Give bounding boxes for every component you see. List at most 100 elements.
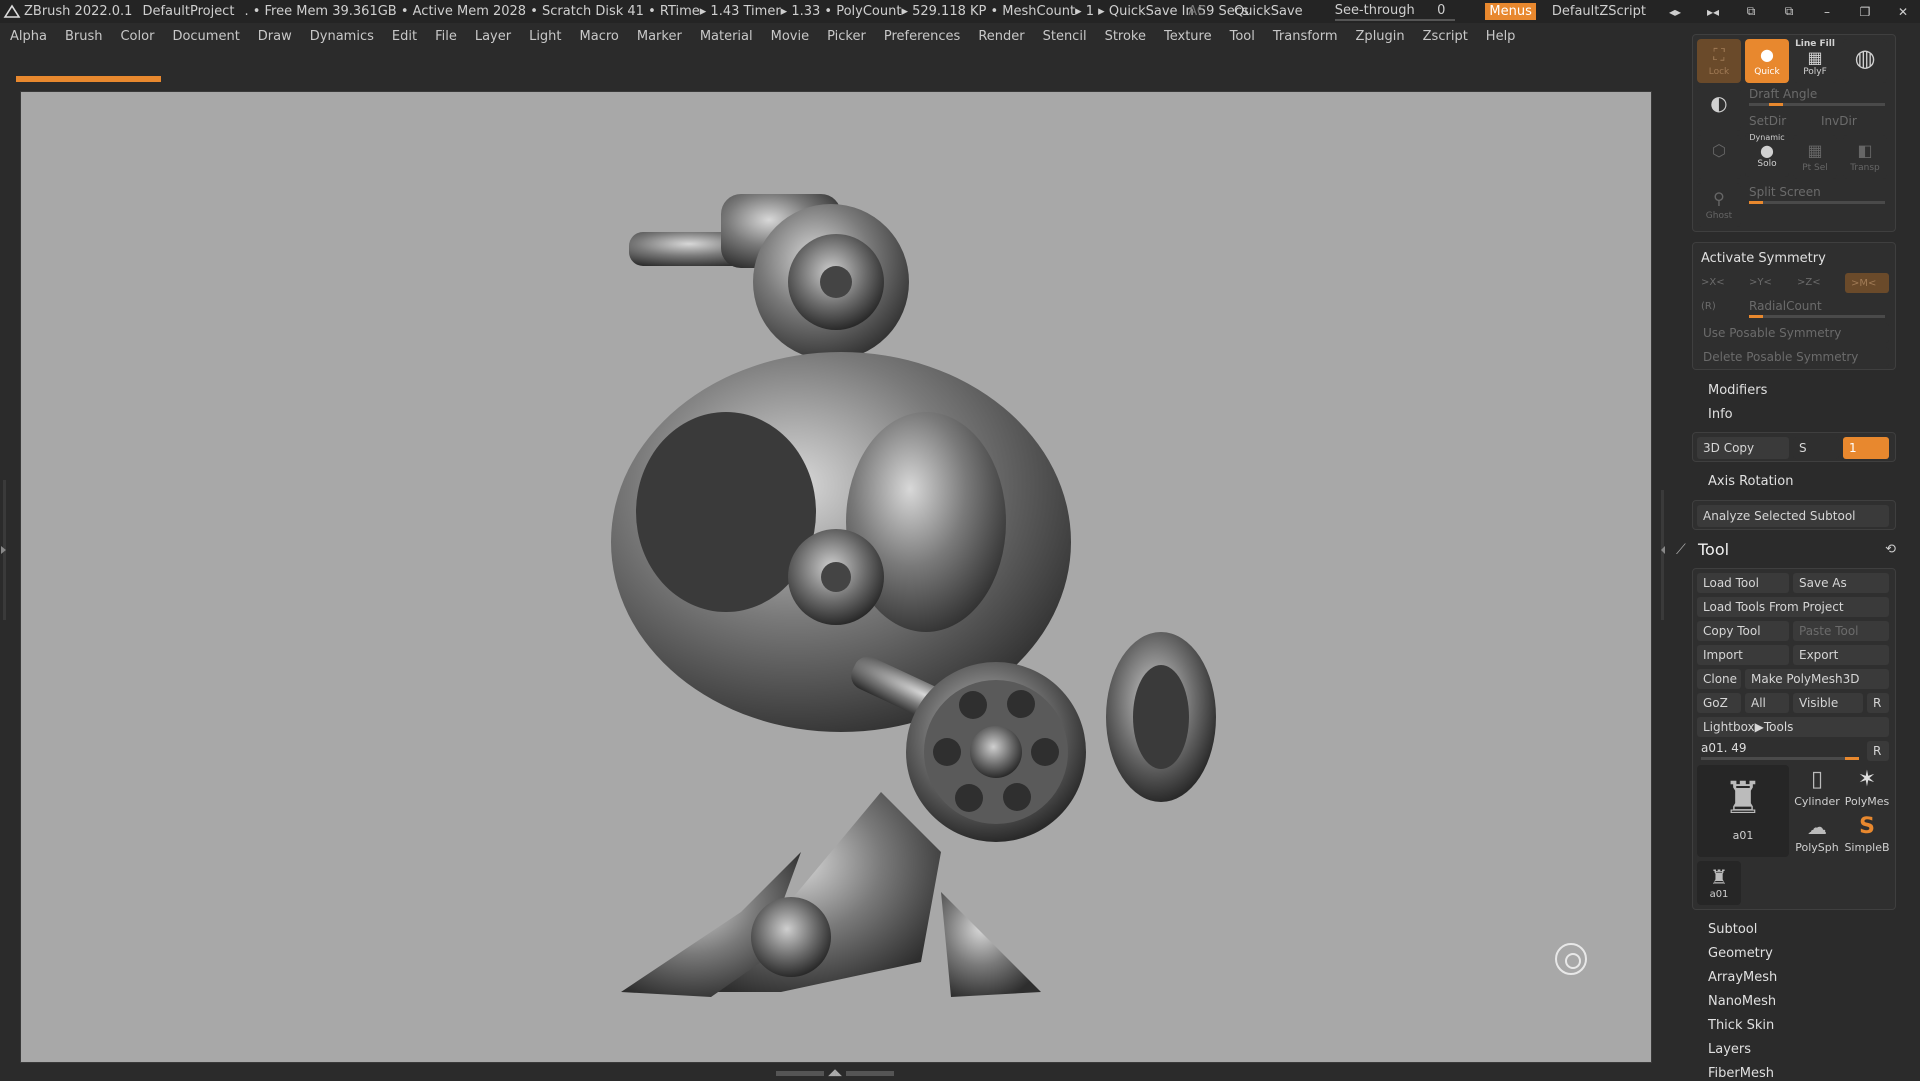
canvas-viewport[interactable]: [20, 91, 1652, 1063]
expand-icon[interactable]: ▸◂: [1704, 5, 1722, 19]
ghost-button[interactable]: ⚲ Ghost: [1697, 183, 1741, 227]
left-tray-handle[interactable]: [0, 480, 10, 620]
tool-thumb-simplebrush[interactable]: S SimpleB: [1843, 813, 1891, 859]
load-tool-button[interactable]: Load Tool: [1697, 573, 1789, 593]
robot-model[interactable]: [21, 92, 1653, 1064]
quicksave-button[interactable]: QuickSave: [1234, 4, 1303, 19]
menu-dynamics[interactable]: Dynamics: [300, 29, 382, 44]
lightbox-tools-button[interactable]: Lightbox▶Tools: [1697, 717, 1889, 737]
quick-button[interactable]: ● Quick: [1745, 39, 1789, 83]
goz-r-button[interactable]: R: [1867, 693, 1889, 713]
paste-tool-button[interactable]: Paste Tool: [1793, 621, 1889, 641]
menu-stroke[interactable]: Stroke: [1095, 29, 1154, 44]
menu-preferences[interactable]: Preferences: [874, 29, 968, 44]
bottom-tray-handle[interactable]: ◢◣: [770, 1068, 900, 1078]
subpalette-thick-skin[interactable]: Thick Skin: [1708, 1018, 1774, 1033]
copy3d-value-input[interactable]: 1: [1843, 437, 1889, 459]
subpalette-subtool[interactable]: Subtool: [1708, 922, 1757, 937]
current-tool-slider[interactable]: a01. 49: [1697, 739, 1863, 761]
subpalette-nanomesh[interactable]: NanoMesh: [1708, 994, 1776, 1009]
subpalette-fibermesh[interactable]: FiberMesh: [1708, 1066, 1774, 1081]
sphere-view-button[interactable]: ◍: [1843, 39, 1887, 83]
menu-light[interactable]: Light: [519, 29, 569, 44]
menu-document[interactable]: Document: [162, 29, 247, 44]
menu-texture[interactable]: Texture: [1154, 29, 1220, 44]
tool-thumb-cylinder[interactable]: ▯ Cylinder: [1793, 765, 1841, 811]
info-section[interactable]: Info: [1708, 407, 1733, 422]
tool-thumb-polysphere[interactable]: ☁ PolySph: [1793, 813, 1841, 859]
activate-symmetry-label[interactable]: Activate Symmetry: [1701, 251, 1826, 266]
analyze-selected-subtool-button[interactable]: Analyze Selected Subtool: [1697, 505, 1889, 527]
menu-marker[interactable]: Marker: [627, 29, 690, 44]
goz-button[interactable]: GoZ: [1697, 693, 1741, 713]
close-icon[interactable]: ✕: [1894, 5, 1912, 19]
load-tools-from-project-button[interactable]: Load Tools From Project: [1697, 597, 1889, 617]
menu-layer[interactable]: Layer: [465, 29, 519, 44]
menu-edit[interactable]: Edit: [382, 29, 425, 44]
copy-tool-button[interactable]: Copy Tool: [1697, 621, 1789, 641]
setdir-button[interactable]: SetDir: [1749, 114, 1786, 128]
reset-icon[interactable]: ⟲: [1885, 542, 1896, 557]
layout-icon[interactable]: ⧉: [1742, 4, 1760, 19]
use-posable-symmetry-button[interactable]: Use Posable Symmetry: [1697, 323, 1889, 343]
polyf-button[interactable]: Line Fill ▦ PolyF: [1793, 39, 1837, 83]
restore-icon[interactable]: ❐: [1856, 5, 1874, 19]
right-tray-handle[interactable]: [1660, 490, 1666, 620]
goz-visible-button[interactable]: Visible: [1793, 693, 1863, 713]
menu-picker[interactable]: Picker: [817, 29, 874, 44]
rotation-gizmo-icon[interactable]: [1555, 943, 1587, 975]
solo-button[interactable]: Dynamic ● Solo: [1745, 133, 1789, 177]
minimize-icon[interactable]: –: [1818, 5, 1836, 19]
menu-file[interactable]: File: [425, 29, 465, 44]
make-polymesh3d-button[interactable]: Make PolyMesh3D: [1745, 669, 1889, 689]
zscript-button[interactable]: DefaultZScript: [1552, 4, 1646, 19]
cube-button[interactable]: ⬡: [1697, 135, 1741, 179]
contrast-button[interactable]: ◐: [1697, 87, 1741, 131]
transp-button[interactable]: ◧ Transp: [1843, 135, 1887, 179]
subpalette-layers[interactable]: Layers: [1708, 1042, 1751, 1057]
invdir-button[interactable]: InvDir: [1821, 114, 1857, 128]
import-button[interactable]: Import: [1697, 645, 1789, 665]
axis-rotation-section[interactable]: Axis Rotation: [1708, 474, 1793, 489]
tool-thumb-a01[interactable]: ♜ a01: [1697, 765, 1789, 857]
menus-toggle-button[interactable]: Menus: [1485, 3, 1536, 20]
menu-zplugin[interactable]: Zplugin: [1346, 29, 1413, 44]
seethrough-slider[interactable]: See-through 0: [1334, 3, 1456, 21]
menu-movie[interactable]: Movie: [761, 29, 817, 44]
copy3d-button[interactable]: 3D Copy: [1697, 437, 1789, 459]
shrink-icon[interactable]: ◂▸: [1666, 5, 1684, 19]
menu-alpha[interactable]: Alpha: [0, 29, 55, 44]
ptsel-button[interactable]: ▦ Pt Sel: [1793, 135, 1837, 179]
menu-draw[interactable]: Draw: [248, 29, 300, 44]
subpalette-geometry[interactable]: Geometry: [1708, 946, 1773, 961]
export-button[interactable]: Export: [1793, 645, 1889, 665]
symmetry-m-button[interactable]: >M<: [1845, 273, 1889, 293]
menu-macro[interactable]: Macro: [570, 29, 627, 44]
radial-count-slider[interactable]: [1749, 315, 1885, 318]
current-tool-r-button[interactable]: R: [1867, 741, 1889, 761]
menu-render[interactable]: Render: [968, 29, 1032, 44]
save-as-button[interactable]: Save As: [1793, 573, 1889, 593]
draft-angle-slider[interactable]: [1749, 103, 1885, 106]
clone-button[interactable]: Clone: [1697, 669, 1741, 689]
pin-icon[interactable]: ⟋: [1676, 542, 1686, 558]
symmetry-z-button[interactable]: >Z<: [1797, 277, 1821, 288]
tool-thumb-polymesh[interactable]: ✶ PolyMes: [1843, 765, 1891, 811]
project-name[interactable]: DefaultProject: [142, 4, 234, 19]
radial-r-button[interactable]: (R): [1701, 301, 1716, 312]
menu-color[interactable]: Color: [110, 29, 162, 44]
subpalette-arraymesh[interactable]: ArrayMesh: [1708, 970, 1777, 985]
delete-posable-symmetry-button[interactable]: Delete Posable Symmetry: [1697, 347, 1889, 367]
menu-stencil[interactable]: Stencil: [1033, 29, 1095, 44]
swap-icon[interactable]: ⧉: [1780, 4, 1798, 19]
menu-help[interactable]: Help: [1476, 29, 1524, 44]
menu-material[interactable]: Material: [690, 29, 761, 44]
tool-thumb-a01-small[interactable]: ♜ a01: [1697, 861, 1741, 905]
modifiers-section[interactable]: Modifiers: [1708, 383, 1767, 398]
lock-button[interactable]: ⛶ Lock: [1697, 39, 1741, 83]
split-screen-slider[interactable]: [1749, 201, 1885, 204]
goz-all-button[interactable]: All: [1745, 693, 1789, 713]
menu-tool[interactable]: Tool: [1220, 29, 1263, 44]
menu-brush[interactable]: Brush: [55, 29, 111, 44]
menu-zscript[interactable]: Zscript: [1413, 29, 1476, 44]
